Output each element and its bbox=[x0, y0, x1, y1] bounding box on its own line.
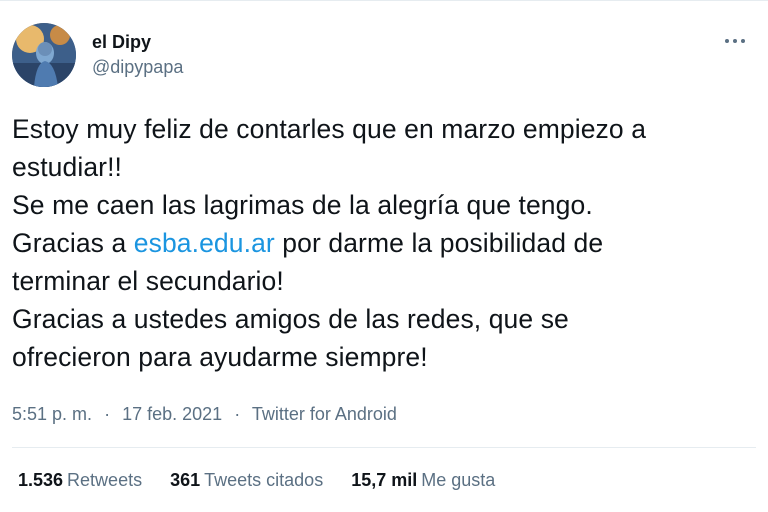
tweet-text-fragment: por darme la posibilidad de bbox=[274, 228, 604, 258]
tweet-card: el Dipy @dipypapa Estoy muy feliz de con… bbox=[0, 0, 768, 512]
avatar[interactable] bbox=[12, 23, 76, 87]
more-dot bbox=[741, 39, 745, 43]
meta-separator: · bbox=[234, 404, 241, 424]
tweet-meta: 5:51 p. m. · 17 feb. 2021 · Twitter for … bbox=[12, 402, 397, 426]
tweet-text-line: terminar el secundario! bbox=[12, 266, 284, 296]
tweet-text-line: Gracias a ustedes amigos de las redes, q… bbox=[12, 304, 569, 334]
tweet-source[interactable]: Twitter for Android bbox=[252, 404, 397, 424]
quotes-stat[interactable]: 361 Tweets citados bbox=[170, 468, 323, 492]
likes-stat[interactable]: 15,7 mil Me gusta bbox=[351, 468, 495, 492]
more-horizontal-icon[interactable] bbox=[720, 31, 750, 51]
tweet-text-line: Se me caen las lagrimas de la alegría qu… bbox=[12, 190, 593, 220]
divider bbox=[12, 447, 756, 448]
tweet-text-line: Estoy muy feliz de contarles que en marz… bbox=[12, 114, 647, 144]
more-dot bbox=[733, 39, 737, 43]
meta-separator: · bbox=[104, 404, 111, 424]
tweet-link[interactable]: esba.edu.ar bbox=[134, 228, 275, 258]
retweets-label: Retweets bbox=[67, 470, 143, 490]
tweet-stats: 1.536 Retweets 361 Tweets citados 15,7 mil… bbox=[18, 468, 495, 492]
quotes-label: Tweets citados bbox=[204, 470, 324, 490]
tweet-text-line: estudiar!! bbox=[12, 152, 123, 182]
tweet-time[interactable]: 5:51 p. m. bbox=[12, 404, 92, 424]
retweets-count: 1.536 bbox=[18, 470, 64, 490]
more-dot bbox=[725, 39, 729, 43]
author-names: el Dipy @dipypapa bbox=[92, 30, 183, 79]
tweet-text-line: Gracias a esba.edu.ar por darme la posib… bbox=[12, 224, 752, 262]
tweet-text-line: ofrecieron para ayudarme siempre! bbox=[12, 342, 428, 372]
author-handle[interactable]: @dipypapa bbox=[92, 55, 183, 79]
avatar-image bbox=[12, 23, 76, 87]
tweet-text-fragment: Gracias a bbox=[12, 228, 134, 258]
retweets-stat[interactable]: 1.536 Retweets bbox=[18, 468, 142, 492]
author-display-name[interactable]: el Dipy bbox=[92, 30, 183, 54]
tweet-text: Estoy muy feliz de contarles que en marz… bbox=[12, 110, 752, 376]
likes-count: 15,7 mil bbox=[351, 470, 418, 490]
quotes-count: 361 bbox=[170, 470, 201, 490]
tweet-header: el Dipy @dipypapa bbox=[12, 23, 756, 87]
tweet-date[interactable]: 17 feb. 2021 bbox=[122, 404, 222, 424]
likes-label: Me gusta bbox=[421, 470, 496, 490]
